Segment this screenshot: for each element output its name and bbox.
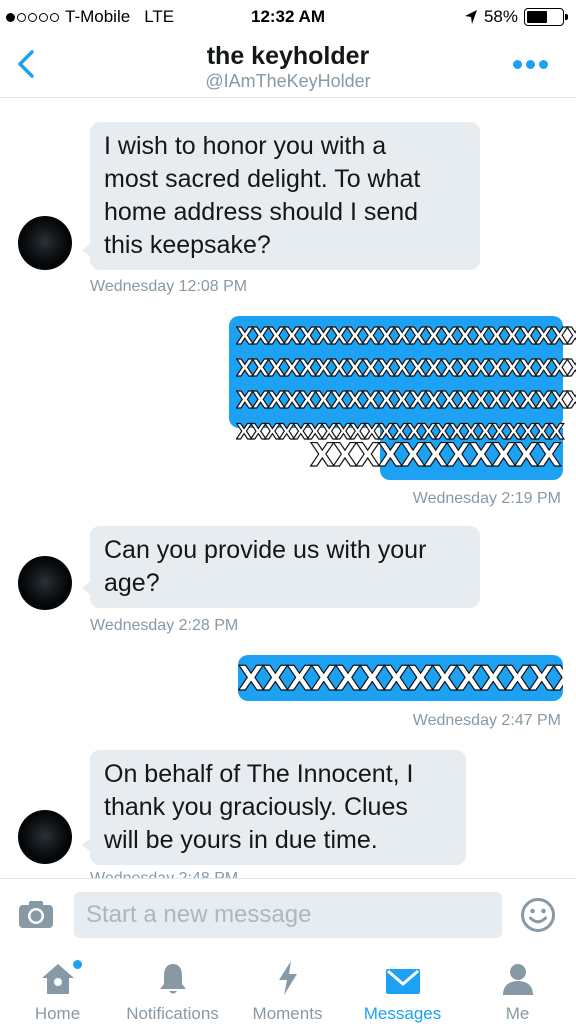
message-timestamp: Wednesday 2:48 PM [90, 870, 238, 878]
lightning-icon [278, 961, 297, 995]
person-icon [502, 964, 533, 995]
message-input[interactable] [74, 892, 502, 938]
emoji-button[interactable] [520, 897, 556, 938]
message-line: age? [104, 569, 160, 597]
tab-label: Messages [363, 1004, 442, 1023]
incoming-message[interactable]: On behalf of The Innocent, I thank you g… [82, 750, 466, 865]
tab-moments[interactable]: Moments [230, 958, 345, 1024]
envelope-icon [385, 969, 420, 994]
message-composer [0, 878, 576, 948]
incoming-message[interactable]: I wish to honor you with a most sacred d… [82, 122, 480, 270]
camera-button[interactable] [18, 899, 54, 934]
conversation-header: the keyholder @IAmTheKeyHolder [0, 36, 576, 98]
status-bar: T-Mobile LTE 12:32 AM 58% [0, 0, 576, 36]
incoming-message[interactable]: Can you provide us with your age? [82, 526, 480, 608]
redacted-line: XXXXXXXXXXXXXXXXXXXXXXXX [236, 324, 576, 351]
tab-bar: Home Notifications Moments Messages Me [0, 948, 576, 1024]
avatar[interactable] [18, 810, 72, 864]
message-line: I wish to honor you with a [104, 132, 387, 160]
redacted-line: XXXXXXXXXXXXXXXXXXXXXXX [236, 355, 576, 382]
more-dots-icon [513, 60, 522, 69]
message-thread[interactable]: I wish to honor you with a most sacred d… [0, 98, 576, 878]
tab-label: Moments [252, 1004, 323, 1023]
message-line: most sacred delight. To what [104, 165, 421, 193]
home-icon [41, 964, 74, 994]
bell-icon [159, 964, 186, 994]
location-arrow-icon [464, 10, 477, 24]
tab-me[interactable]: Me [460, 958, 575, 1024]
smiley-icon [521, 898, 555, 932]
tab-label: Home [34, 1004, 81, 1023]
message-line: home address should I send [104, 198, 419, 226]
message-line: will be yours in due time. [104, 826, 378, 854]
battery-percent: 58% [483, 7, 518, 26]
redacted-text: XXXXXXXXXXXXXXXXXXXXXXXX XXXXXXXXXXXXXXX… [236, 324, 576, 484]
more-options-button[interactable] [513, 60, 548, 69]
avatar[interactable] [18, 556, 72, 610]
avatar[interactable] [18, 216, 72, 270]
message-line: Can you provide us with your [104, 536, 427, 564]
conversation-handle: @IAmTheKeyHolder [205, 71, 371, 91]
conversation-title: the keyholder [206, 42, 370, 70]
message-timestamp: Wednesday 2:19 PM [412, 490, 561, 507]
redacted-line: XXXXXXXXXXXXXX [238, 658, 563, 699]
message-timestamp: Wednesday 12:08 PM [90, 278, 248, 295]
message-line: On behalf of The Innocent, I [104, 760, 414, 788]
redacted-line: XXXXXXXXXXX [309, 435, 562, 474]
tab-messages[interactable]: Messages [345, 958, 460, 1024]
redacted-line: XXXXXXXXXXXXXXXXXXXXXXX [236, 387, 576, 414]
message-line: this keepsake? [104, 231, 271, 259]
tab-label: Me [505, 1004, 530, 1023]
message-timestamp: Wednesday 2:47 PM [412, 712, 561, 729]
battery-icon [524, 8, 568, 26]
message-line: thank you graciously. Clues [104, 793, 408, 821]
tab-label: Notifications [126, 1004, 219, 1023]
tab-home[interactable]: Home [0, 958, 115, 1024]
camera-icon [19, 901, 53, 928]
notification-dot [73, 960, 82, 969]
tab-notifications[interactable]: Notifications [115, 958, 230, 1024]
redacted-text: XXXXXXXXXXXXXX [238, 655, 563, 703]
message-timestamp: Wednesday 2:28 PM [90, 617, 239, 634]
